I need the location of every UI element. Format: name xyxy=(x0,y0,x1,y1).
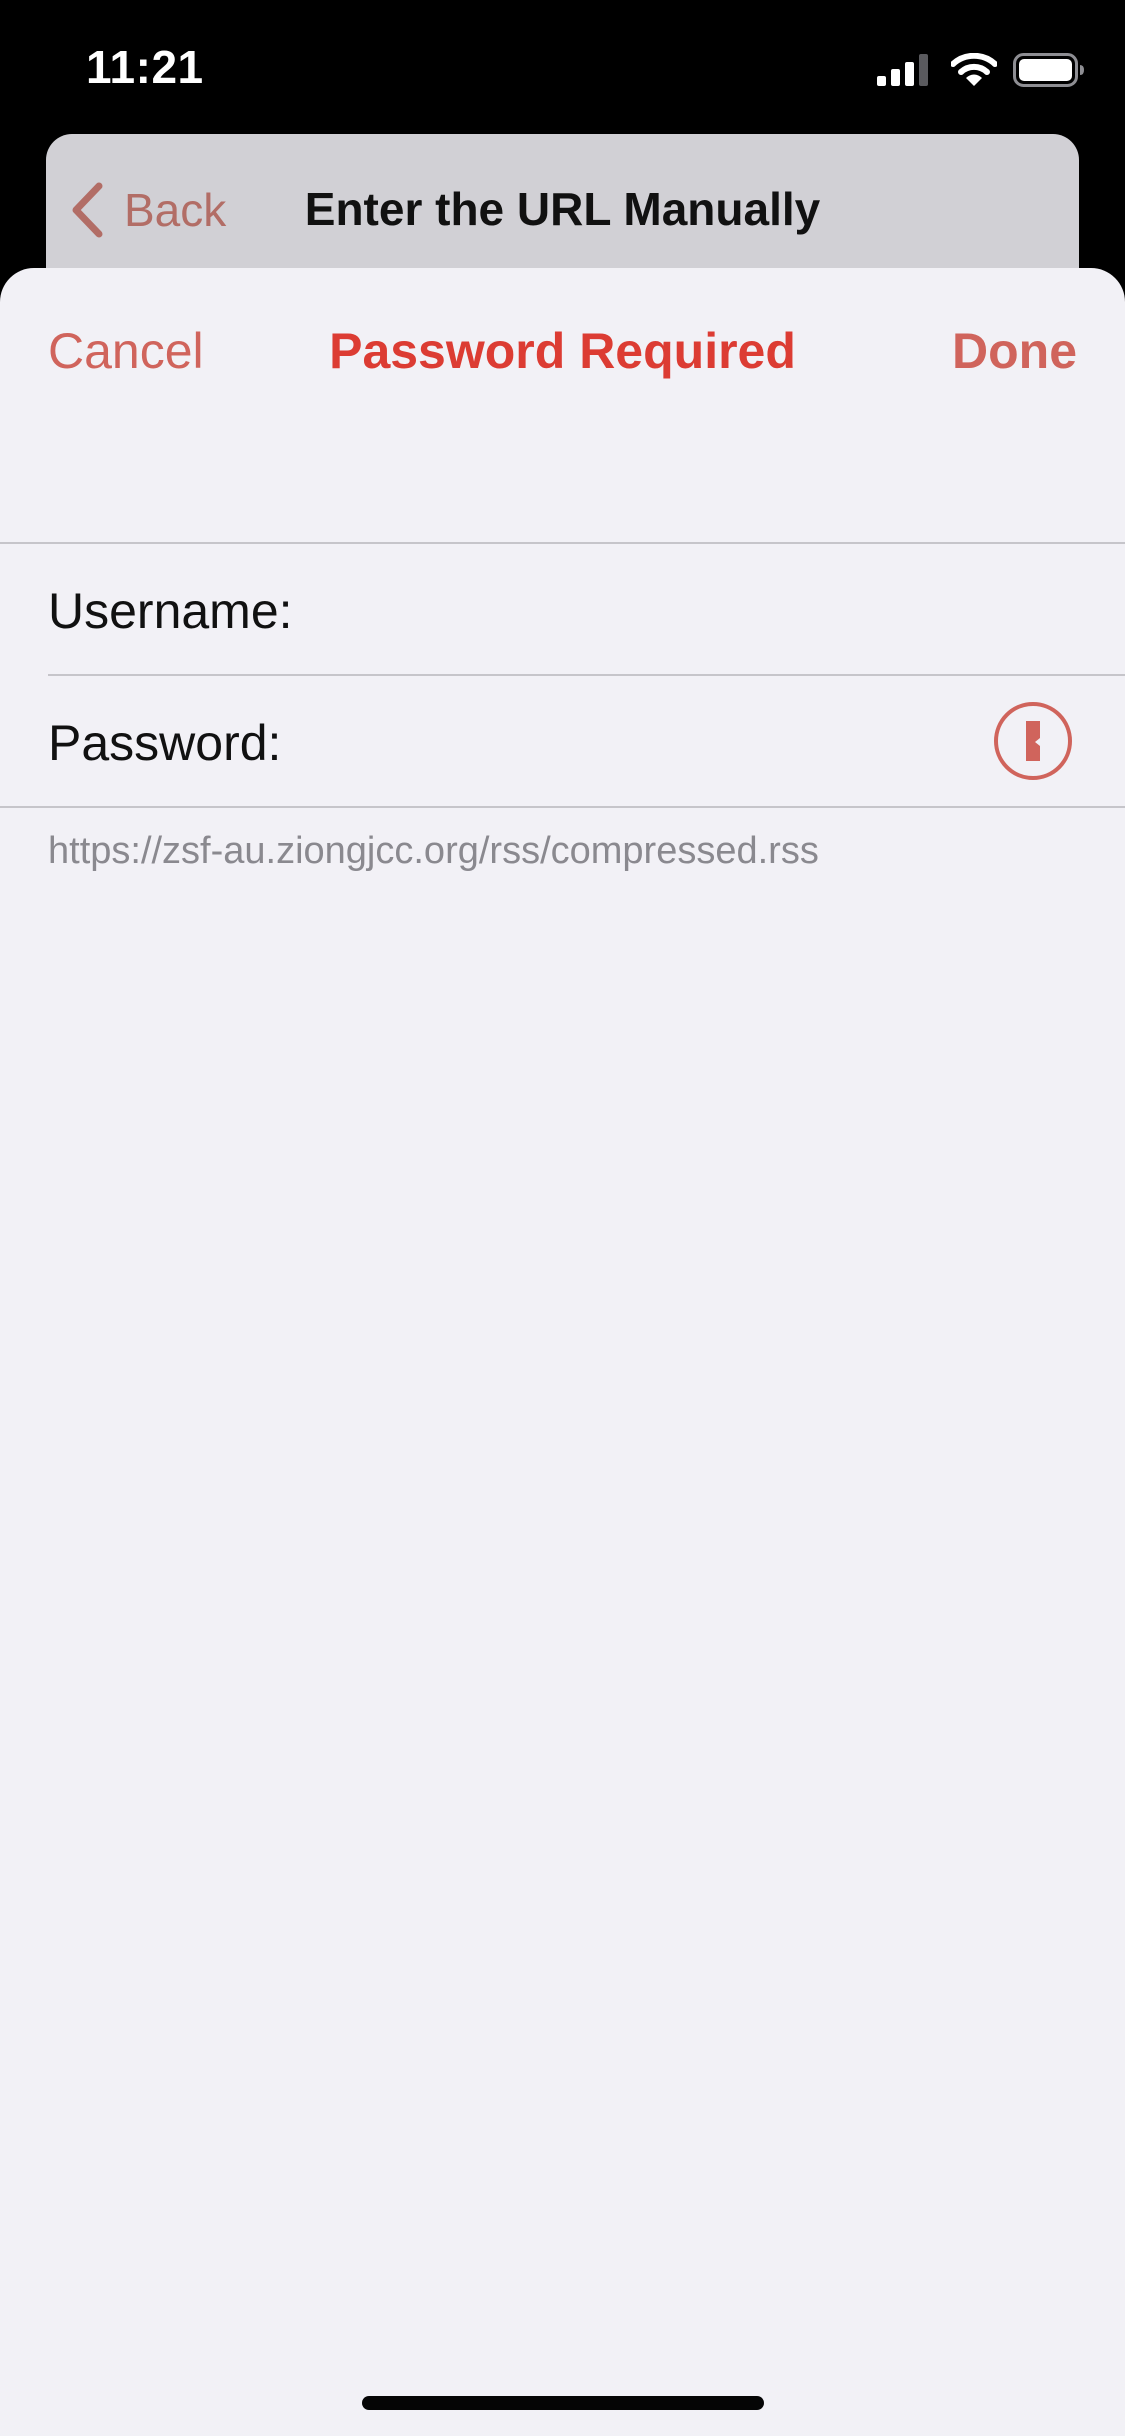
cellular-signal-icon xyxy=(877,54,928,86)
sheet-header: Password Required Cancel Done xyxy=(0,268,1125,408)
status-time: 11:21 xyxy=(86,41,204,93)
username-label: Username: xyxy=(48,583,293,639)
done-button[interactable]: Done xyxy=(952,322,1077,380)
password-field[interactable] xyxy=(320,702,964,782)
status-icons xyxy=(877,50,1085,90)
username-row: Username: xyxy=(0,544,1125,676)
password-manager-keyhole-icon xyxy=(994,702,1072,780)
status-bar: 11:21 xyxy=(0,0,1125,132)
username-field[interactable] xyxy=(320,570,964,650)
password-label: Password: xyxy=(48,715,282,771)
nav-title: Enter the URL Manually xyxy=(304,183,821,235)
home-indicator xyxy=(362,2396,764,2410)
password-sheet: Password Required Cancel Done Username: … xyxy=(0,268,1125,2436)
cancel-button[interactable]: Cancel xyxy=(48,322,204,380)
wifi-icon xyxy=(951,53,997,86)
feed-url: https://zsf-au.ziongjcc.org/rss/compress… xyxy=(48,830,819,872)
credentials-form: Username: Password: xyxy=(0,542,1125,808)
password-manager-button[interactable] xyxy=(992,700,1074,782)
password-row: Password: xyxy=(0,676,1125,806)
battery-icon xyxy=(1013,53,1084,87)
